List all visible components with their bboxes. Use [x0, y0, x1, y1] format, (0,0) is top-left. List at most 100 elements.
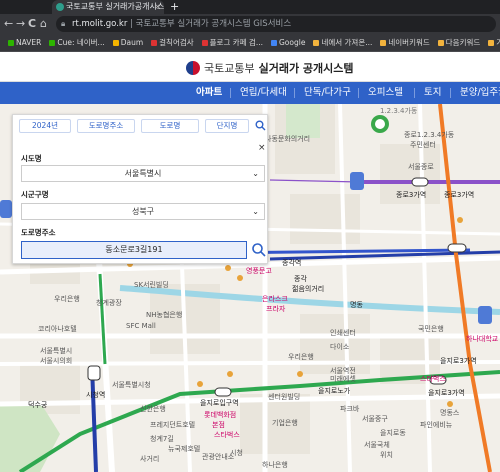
map-place-label: 파인에비뉴 — [420, 421, 453, 429]
bookmark-item[interactable]: Cue: 네이버... — [49, 34, 105, 51]
map-place-label: 을지로노가 — [318, 387, 351, 395]
map-place-label: 을지로3가역 — [440, 357, 477, 365]
tab-year[interactable]: 2024년 — [19, 119, 71, 133]
bookmark-label: Google — [278, 38, 306, 47]
map-place-label: 우리은행 — [54, 295, 80, 303]
menu-officetel[interactable]: 오피스텔 — [368, 82, 403, 104]
site-logo[interactable]: 국토교통부 실거래가 공개시스템 — [204, 60, 354, 76]
map-place-label: 하나대학교 — [466, 335, 499, 343]
chevron-down-icon: ⌄ — [252, 169, 259, 178]
road-address-input[interactable]: 동소문로3길191 — [21, 241, 247, 259]
map-place-label: 서울시의회 — [40, 357, 73, 365]
map-place-label: 미래에셋 — [330, 375, 356, 383]
bookmark-item[interactable]: Google — [270, 34, 306, 51]
bookmark-item[interactable]: 플로그 카페 검... — [201, 34, 263, 51]
browser-tab[interactable]: 국토교통부 실거래가공개시스템 × — [52, 0, 164, 14]
bookmark-favicon-icon — [313, 40, 320, 46]
map-place-label: 관광안내소 — [202, 453, 235, 461]
map-place-label: 종로1.2.3.4가동 — [404, 131, 455, 139]
tab-road-name[interactable]: 도로명 — [141, 119, 199, 133]
tab-complex-name[interactable]: 단지명 — [205, 119, 249, 133]
map-place-label: 청계광장 — [96, 299, 122, 307]
sido-value: 서울특별시 — [124, 169, 162, 178]
sigungu-select[interactable]: 성북구 ⌄ — [21, 203, 265, 220]
sido-label: 시도명 — [21, 154, 42, 163]
sido-select[interactable]: 서울특별시 ⌄ — [21, 165, 265, 182]
map-place-label: 스타벅스 — [214, 431, 240, 439]
menu-townhouse[interactable]: 연립/다세대 — [240, 82, 287, 104]
map-place-label: SFC Mall — [126, 322, 156, 330]
bookmark-label: 플로그 카페 검... — [209, 38, 263, 47]
map-place-label: 1.2.3.4가동 — [380, 107, 418, 115]
map-place-label: 사거리 — [140, 455, 160, 463]
panel-search-icon[interactable] — [255, 120, 266, 131]
map-place-label: 국민은행 — [418, 325, 444, 333]
address-bar[interactable]: 🔒︎ rt.molit.go.kr | 국토교통부 실거래가 공개시스템 GIS… — [56, 16, 496, 32]
map-place-label: 롯데백화점 — [204, 411, 237, 419]
bookmark-item[interactable]: NAVER — [8, 34, 42, 51]
map-place-label: 스타벅스 — [420, 375, 446, 383]
menu-detached-house[interactable]: 단독/다가구 — [304, 82, 351, 104]
map-place-label: 을지로3가역 — [428, 389, 465, 397]
browser-toolbar: ← → C ⌂ 🔒︎ rt.molit.go.kr | 국토교통부 실거래가 공… — [0, 14, 500, 34]
reload-icon[interactable]: C — [28, 17, 36, 31]
bookmark-label: NAVER — [16, 38, 42, 47]
map-place-label: 하나은행 — [262, 461, 288, 469]
map-place-label: 서울국체 — [364, 441, 390, 449]
address-search-icon[interactable] — [251, 242, 267, 258]
url-host: rt.molit.go.kr — [72, 19, 128, 29]
chevron-down-icon: ⌄ — [252, 207, 259, 216]
map-place-label: 서울종로 — [408, 163, 434, 171]
map-place-label: 코리아나호텔 — [38, 325, 77, 333]
map-place-label: 서울특별시 — [40, 347, 73, 355]
bookmark-favicon-icon — [112, 40, 119, 46]
bookmark-item[interactable]: 네이버키워드 — [380, 34, 430, 51]
menu-apartment[interactable]: 아파트 — [196, 82, 222, 104]
map-place-label: 종로3가역 — [444, 191, 475, 199]
new-tab-button[interactable]: + — [170, 0, 179, 14]
map-place-label: 다이소 — [330, 343, 350, 351]
bookmark-item[interactable]: Daum — [112, 34, 143, 51]
bookmark-label: 다음키워드 — [445, 38, 481, 47]
map-place-label: 은라스크 — [262, 295, 288, 303]
sigungu-label: 시군구명 — [21, 190, 49, 199]
map-place-label: 프레지던트호텔 — [150, 421, 196, 429]
map-place-label: 센터원빌딩 — [268, 393, 301, 401]
bookmark-favicon-icon — [201, 40, 208, 46]
map-place-label: 종각 — [294, 275, 307, 283]
lock-icon: 🔒︎ — [61, 19, 66, 28]
bookmark-item[interactable]: 걸칙어검사 — [151, 34, 194, 51]
government-emblem-icon — [186, 61, 200, 75]
tab-road-address[interactable]: 도로명주소 — [77, 119, 135, 133]
map-place-label: 을지로입구역 — [200, 399, 239, 407]
tab-close-icon[interactable]: × — [154, 0, 161, 14]
map-place-label: 명동스 — [440, 409, 460, 417]
bookmark-favicon-icon — [380, 40, 387, 46]
search-tabs: 2024년 도로명주소 도로명 단지명 — [13, 115, 269, 137]
map-place-label: 젊음의거리 — [292, 285, 325, 293]
main-menu: 아파트 연립/다세대 단독/다가구 오피스텔 토지 분양/입주권 — [0, 82, 500, 104]
map-place-label: 영풍문고 — [246, 267, 272, 275]
bookmark-label: Cue: 네이버... — [57, 38, 105, 47]
map-place-label: 프라자 — [266, 305, 286, 313]
panel-close-button[interactable]: × — [258, 143, 266, 153]
map-place-label: 사동문화의거리 — [265, 135, 311, 143]
bookmark-item[interactable]: 네에서 가져온... — [313, 34, 373, 51]
system-name: 실거래가 공개시스템 — [258, 62, 354, 75]
map-place-label: NH농협은행 — [146, 311, 183, 319]
back-icon[interactable]: ← — [4, 17, 13, 31]
map-place-label: 본점 — [212, 421, 225, 429]
bookmark-label: 걸칙어검사 — [159, 38, 194, 47]
menu-presale-rights[interactable]: 분양/입주권 — [460, 82, 500, 104]
bookmark-favicon-icon — [151, 40, 158, 46]
bookmark-label: 네에서 가져온... — [321, 38, 373, 47]
map-place-label: 위치 — [380, 451, 393, 459]
url-page-title: 국토교통부 실거래가 공개시스템 GIS서비스 — [135, 19, 292, 29]
bookmark-item[interactable]: 다음키워드 — [437, 34, 481, 51]
forward-icon[interactable]: → — [16, 17, 25, 31]
menu-land[interactable]: 토지 — [424, 82, 441, 104]
home-icon[interactable]: ⌂ — [40, 17, 47, 31]
bookmark-item[interactable]: 가비아 — [488, 34, 500, 51]
map-place-label: 명동 — [350, 301, 363, 309]
browser-tabbar: 국토교통부 실거래가공개시스템 × + — [0, 0, 500, 14]
